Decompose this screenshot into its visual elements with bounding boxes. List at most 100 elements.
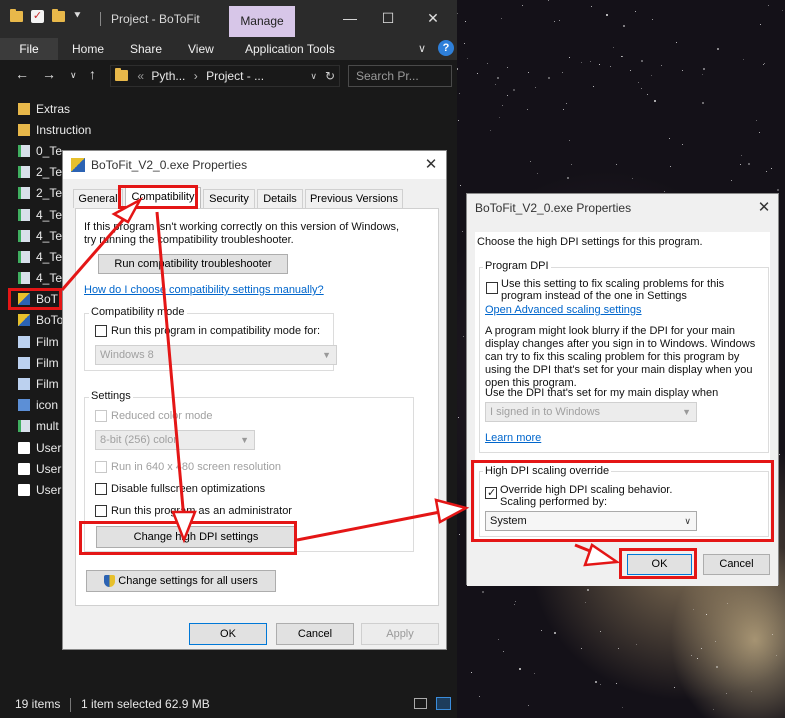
cancel-button[interactable]: Cancel	[276, 623, 354, 645]
star	[654, 100, 656, 102]
settings-label: Settings	[89, 390, 133, 402]
star	[559, 20, 560, 21]
program-dpi-checkbox[interactable]	[486, 282, 498, 294]
maximize-icon[interactable]: ☐	[378, 8, 398, 28]
manage-tab[interactable]: Manage	[229, 6, 295, 37]
run-640-checkbox[interactable]	[95, 461, 107, 473]
breadcrumb-item[interactable]: Project - ...	[206, 69, 264, 83]
star	[682, 144, 683, 145]
star	[567, 177, 569, 179]
python-file-icon	[18, 250, 30, 263]
star	[548, 77, 550, 79]
close-icon[interactable]: ✕	[420, 155, 442, 175]
back-icon[interactable]: ←	[15, 66, 29, 82]
close-icon[interactable]: ✕	[753, 198, 775, 218]
star	[740, 164, 741, 165]
change-high-dpi-button[interactable]: Change high DPI settings	[96, 526, 296, 548]
selection-info: 1 item selected 62.9 MB	[81, 697, 210, 711]
list-item[interactable]: Extras	[18, 98, 91, 119]
star	[670, 166, 671, 167]
star	[590, 61, 591, 62]
tab-security[interactable]: Security	[203, 189, 255, 208]
breadcrumb-overflow[interactable]: «	[137, 69, 144, 83]
reduced-color-checkbox[interactable]	[95, 410, 107, 422]
change-all-users-button[interactable]: Change settings for all users	[86, 570, 276, 592]
help-icon[interactable]: ?	[438, 40, 454, 56]
star	[641, 60, 643, 62]
breadcrumb-item[interactable]: Pyth...	[151, 69, 185, 83]
tab-share[interactable]: Share	[130, 38, 162, 60]
tab-home[interactable]: Home	[72, 38, 104, 60]
star	[587, 589, 589, 591]
cancel-button[interactable]: Cancel	[703, 554, 770, 575]
customize-toolbar-icon[interactable]: ⯆	[73, 10, 82, 23]
star	[674, 687, 675, 688]
new-folder-icon[interactable]	[52, 9, 65, 22]
forward-icon[interactable]: →	[42, 66, 56, 82]
text-file-icon	[18, 441, 30, 454]
folder-icon[interactable]	[10, 9, 23, 22]
compatibility-mode-select[interactable]: Windows 8 ▼	[95, 345, 337, 365]
search-input[interactable]: Search Pr...	[348, 65, 452, 87]
item-count: 19 items	[15, 697, 61, 711]
video-file-icon	[18, 378, 30, 391]
star	[664, 191, 665, 192]
ok-button[interactable]: OK	[189, 623, 267, 645]
title-separator	[100, 12, 101, 26]
list-item-label: User	[36, 461, 62, 476]
tab-details[interactable]: Details	[257, 189, 303, 208]
recent-locations-icon[interactable]: ∨	[70, 70, 77, 81]
star	[782, 10, 783, 11]
exe-icon	[18, 314, 30, 327]
close-icon[interactable]: ✕	[423, 8, 443, 28]
properties-check-icon[interactable]: ✓	[31, 10, 44, 23]
select-value: System	[490, 515, 527, 527]
details-view-icon[interactable]	[414, 698, 427, 709]
list-item-label: Extras	[36, 101, 71, 116]
address-bar[interactable]: « Pyth... › Project - ... ∨ ↻	[110, 65, 340, 87]
run-troubleshooter-button[interactable]: Run compatibility troubleshooter	[98, 254, 288, 274]
manual-settings-link[interactable]: How do I choose compatibility settings m…	[84, 284, 324, 296]
python-file-icon	[18, 420, 30, 433]
list-item[interactable]: Instruction	[18, 119, 91, 140]
disable-fullscreen-checkbox[interactable]	[95, 483, 107, 495]
star	[741, 155, 742, 156]
up-icon[interactable]: ↑	[89, 66, 96, 82]
refresh-icon[interactable]: ↻	[325, 66, 335, 86]
large-icons-view-icon[interactable]	[436, 697, 451, 710]
expand-ribbon-icon[interactable]: ∨	[418, 38, 426, 60]
star	[537, 173, 538, 174]
address-dropdown-icon[interactable]: ∨	[310, 66, 317, 86]
tab-general[interactable]: General	[73, 189, 123, 208]
compatibility-mode-checkbox[interactable]	[95, 325, 107, 337]
star	[465, 21, 466, 22]
file-tab[interactable]: File	[0, 38, 58, 60]
apply-button[interactable]: Apply	[361, 623, 439, 645]
explorer-titlebar: ✓ ⯆ Project - BoToFit Manage — ☐ ✕	[0, 0, 457, 38]
dpi-header: Choose the high DPI settings for this pr…	[477, 236, 703, 248]
text-file-icon	[18, 483, 30, 496]
learn-more-link[interactable]: Learn more	[485, 432, 541, 444]
tab-view[interactable]: View	[188, 38, 214, 60]
chevron-down-icon: ∨	[684, 516, 691, 526]
list-item-label: 0_Te	[36, 143, 63, 158]
color-mode-select[interactable]: 8-bit (256) color ▼	[95, 430, 255, 450]
override-checkbox[interactable]	[485, 486, 497, 499]
advanced-scaling-link[interactable]: Open Advanced scaling settings	[485, 304, 642, 316]
tab-previous-versions[interactable]: Previous Versions	[305, 189, 403, 208]
run-as-admin-checkbox[interactable]	[95, 505, 107, 517]
tab-application-tools[interactable]: Application Tools	[245, 38, 335, 60]
properties-dialog: BoToFit_V2_0.exe Properties ✕ General Co…	[62, 150, 447, 650]
scaling-select[interactable]: System ∨	[485, 511, 697, 531]
image-file-icon	[18, 399, 30, 412]
dpi-timing-select[interactable]: I signed in to Windows ▼	[485, 402, 697, 422]
star	[595, 681, 597, 683]
star	[630, 70, 631, 71]
dialog-titlebar: BoToFit_V2_0.exe Properties ✕	[63, 151, 446, 179]
star	[471, 672, 472, 673]
star	[771, 168, 772, 169]
minimize-icon[interactable]: —	[340, 8, 360, 28]
star	[458, 120, 459, 121]
ok-button[interactable]: OK	[627, 554, 692, 575]
tab-compatibility[interactable]: Compatibility	[125, 187, 201, 208]
